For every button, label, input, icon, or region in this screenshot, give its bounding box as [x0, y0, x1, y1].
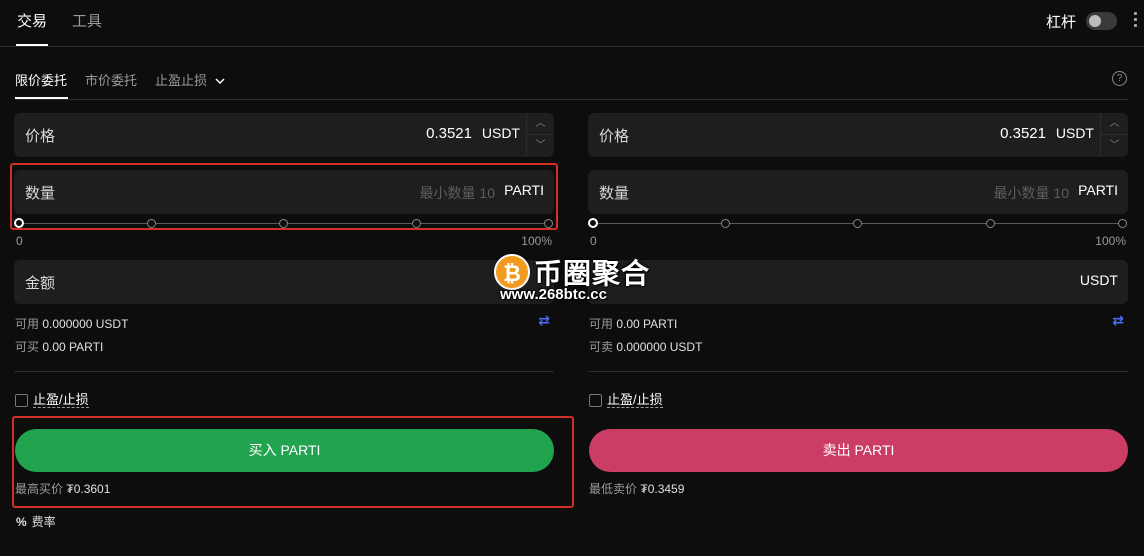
price-unit: USDT — [1055, 125, 1094, 141]
can-buy-value: 0.00 PARTI — [42, 340, 104, 354]
tpsl-checkbox[interactable] — [15, 394, 28, 407]
sell-quantity-field[interactable]: 数量 最小数量 10 PARTI — [588, 170, 1128, 214]
sell-percentage-slider[interactable] — [588, 218, 1127, 230]
watermark-url: www.268btc.cc — [500, 286, 607, 303]
price-label: 价格 — [599, 128, 630, 145]
slider-max-label: 100% — [1095, 234, 1126, 248]
buy-price-field[interactable]: 价格 0.3521 USDT ︿ ﹀ — [14, 113, 554, 157]
slider-mark-50[interactable] — [853, 219, 862, 228]
tpsl-checkbox-label[interactable]: 止盈/止损 — [33, 393, 89, 408]
available-value: 0.000000 USDT — [42, 317, 129, 331]
available-label: 可用 — [15, 317, 40, 331]
buy-can-buy: 可买 0.00 PARTI — [15, 338, 103, 355]
slider-min-label: 0 — [16, 234, 23, 248]
price-stepper[interactable]: ︿ ﹀ — [1100, 113, 1128, 157]
available-label: 可用 — [589, 317, 614, 331]
price-stepper[interactable]: ︿ ﹀ — [526, 113, 554, 157]
sell-price-field[interactable]: 价格 0.3521 USDT ︿ ﹀ — [588, 113, 1128, 157]
quantity-unit: PARTI — [1078, 182, 1118, 198]
sell-panel: 价格 0.3521 USDT ︿ ﹀ 数量 最小数量 10 PARTI 0 10… — [588, 0, 1128, 556]
available-value: 0.00 PARTI — [616, 317, 678, 331]
highlight-quantity-box — [10, 163, 558, 230]
tpsl-checkbox-label[interactable]: 止盈/止损 — [607, 393, 663, 408]
amount-unit: USDT — [1079, 272, 1118, 288]
slider-mark-75[interactable] — [986, 219, 995, 228]
price-label: 价格 — [25, 128, 56, 145]
bitcoin-icon: ₿ — [494, 254, 530, 290]
buy-available: 可用 0.000000 USDT — [15, 315, 128, 332]
stepper-up-icon[interactable]: ︿ — [1101, 113, 1128, 135]
slider-min-label: 0 — [590, 234, 597, 248]
price-value[interactable]: 0.3521 — [426, 125, 472, 142]
fee-rate-link[interactable]: % 费率 — [16, 513, 56, 530]
can-buy-label: 可买 — [15, 340, 40, 354]
stepper-up-icon[interactable]: ︿ — [527, 113, 554, 135]
fee-label: 费率 — [31, 515, 56, 529]
best-price-label: 最低卖价 — [589, 482, 638, 496]
swap-icon[interactable]: ⇄ — [1112, 312, 1124, 329]
tpsl-checkbox[interactable] — [589, 394, 602, 407]
best-price-value: ₮0.3459 — [640, 482, 685, 496]
quantity-label: 数量 — [599, 185, 630, 202]
sell-best-price: 最低卖价 ₮0.3459 — [589, 480, 684, 497]
highlight-buy-box — [12, 416, 574, 508]
amount-label: 金额 — [25, 275, 56, 292]
slider-max-label: 100% — [521, 234, 552, 248]
stepper-down-icon[interactable]: ﹀ — [527, 135, 554, 157]
sell-can-sell: 可卖 0.000000 USDT — [589, 338, 702, 355]
buy-amount-field[interactable]: 金额 — [14, 260, 554, 304]
section-divider — [588, 371, 1128, 372]
sell-available: 可用 0.00 PARTI — [589, 315, 677, 332]
more-menu-icon[interactable] — [1134, 12, 1138, 30]
quantity-placeholder: 最小数量 10 — [993, 185, 1069, 201]
swap-icon[interactable]: ⇄ — [538, 312, 550, 329]
slider-mark-100[interactable] — [1118, 219, 1127, 228]
slider-mark-25[interactable] — [721, 219, 730, 228]
sell-button[interactable]: 卖出 PARTI — [589, 429, 1128, 472]
percent-icon: % — [16, 515, 27, 529]
slider-handle[interactable] — [588, 218, 598, 228]
can-sell-value: 0.000000 USDT — [616, 340, 703, 354]
section-divider — [14, 371, 554, 372]
price-unit: USDT — [481, 125, 520, 141]
stepper-down-icon[interactable]: ﹀ — [1101, 135, 1128, 157]
can-sell-label: 可卖 — [589, 340, 614, 354]
sell-amount-field[interactable]: USDT — [588, 260, 1128, 304]
watermark-logo: ₿ 币圈聚合 www.268btc.cc — [494, 252, 664, 308]
price-value[interactable]: 0.3521 — [1000, 125, 1046, 142]
